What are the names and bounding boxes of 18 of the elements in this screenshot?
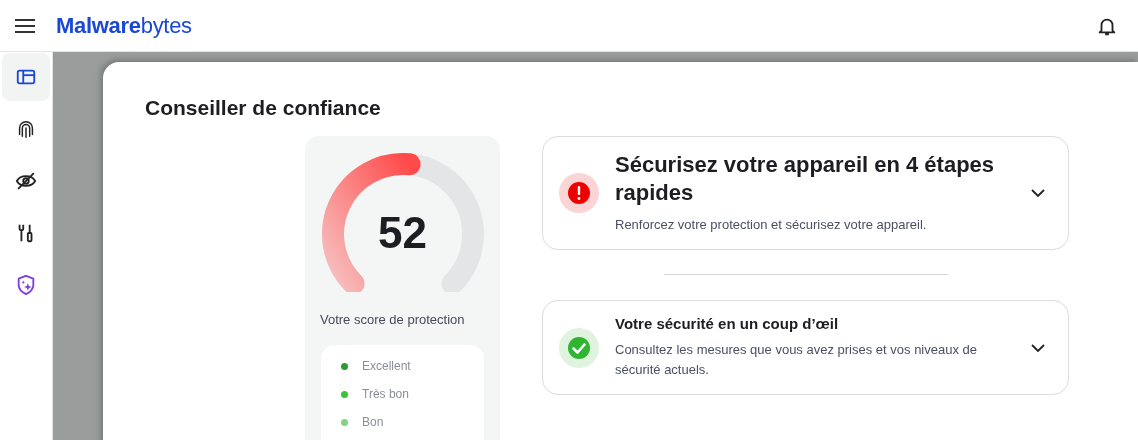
card-title: Sécurisez votre appareil en 4 étapes rapides	[615, 151, 996, 207]
alert-icon	[559, 173, 599, 213]
legend-label: Très bon	[362, 387, 409, 401]
score-value: 52	[377, 208, 428, 258]
legend-label: Bon	[362, 415, 384, 429]
action-card[interactable]: Sécurisez votre appareil en 4 étapes rapides Renforcez votre protection et sécurisez votre appareil.	[542, 136, 1069, 250]
card-description: Renforcez votre protection et sécurisez votre appareil.	[615, 216, 928, 234]
check-icon	[559, 327, 599, 368]
shield-icon	[15, 274, 37, 296]
card-description: Consultez les mesures que vous avez prises et vos niveaux de sécurité actuels.	[615, 341, 979, 379]
sidebar-item[interactable]	[2, 53, 50, 101]
eye-off-icon	[15, 170, 37, 192]
page-title: Conseiller de confiance	[145, 96, 382, 120]
card-title: Votre sécurité en un coup d’œil	[615, 315, 840, 332]
brand-logo: Malwarebytes	[56, 12, 192, 39]
action-card[interactable]: Votre sécurité en un coup d’œil Consultez les mesures que vous avez prises et vos niveaux de sécurité actuels.	[542, 300, 1069, 395]
score-label: Votre score de protection	[320, 312, 465, 327]
legend-label: Excellent	[362, 359, 411, 373]
